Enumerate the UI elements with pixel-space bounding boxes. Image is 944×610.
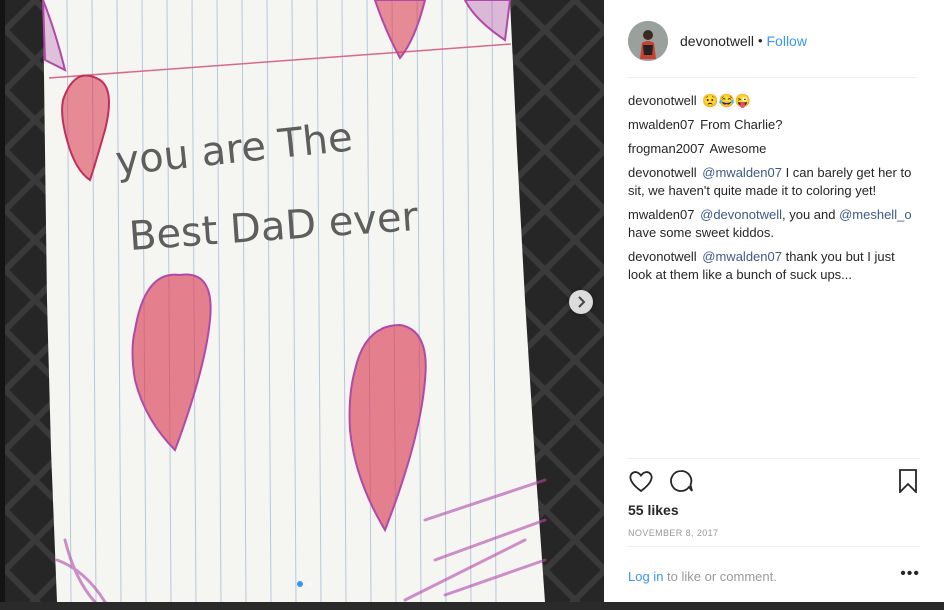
instagram-post-modal: you are The Best DaD ever devonotwell • …: [0, 0, 944, 610]
page-bottom-strip: [0, 602, 944, 610]
comment-text: From Charlie?: [700, 117, 783, 132]
action-bar: [628, 458, 920, 507]
comment-username[interactable]: mwalden07: [628, 117, 695, 132]
comment: devonotwell @mwalden07 thank you but I j…: [628, 248, 918, 284]
comment-text: , you and: [781, 207, 840, 222]
next-image-button[interactable]: [569, 290, 593, 314]
post-photo[interactable]: you are The Best DaD ever: [5, 0, 604, 602]
post-header: devonotwell • Follow: [628, 20, 916, 78]
carousel-indicator: [297, 581, 313, 587]
comment-username[interactable]: devonotwell: [628, 93, 697, 108]
comment-username[interactable]: mwalden07: [628, 207, 695, 222]
comment-mention[interactable]: @meshell_o: [839, 207, 911, 222]
comment: devonotwell @mwalden07 I can barely get …: [628, 164, 918, 200]
heart-icon[interactable]: [628, 469, 654, 493]
comment-icon[interactable]: [668, 469, 694, 493]
comment-text: have some sweet kiddos.: [628, 225, 774, 240]
comment: mwalden07 From Charlie?: [628, 116, 918, 134]
header-separator: •: [757, 33, 763, 48]
post-sidebar: devonotwell • Follow devonotwell 😟😂😜 mwal…: [604, 0, 944, 602]
avatar[interactable]: [628, 20, 668, 61]
post-author-username[interactable]: devonotwell: [680, 33, 754, 49]
comment-text: 😟😂😜: [702, 93, 751, 108]
post-date[interactable]: NOVEMBER 8, 2017: [628, 528, 718, 538]
bookmark-icon[interactable]: [898, 469, 918, 493]
carousel-dot-active[interactable]: [297, 581, 303, 587]
comment-mention[interactable]: @mwalden07: [702, 249, 782, 264]
comment: mwalden07 @devonotwell, you and @meshell…: [628, 206, 918, 242]
comment-footer: Log in to like or comment. •••: [628, 546, 920, 603]
likes-count[interactable]: 55 likes: [628, 502, 679, 518]
comment: frogman2007 Awesome: [628, 140, 918, 158]
login-prompt: Log in to like or comment.: [628, 569, 777, 584]
comment: devonotwell 😟😂😜: [628, 92, 918, 110]
login-prompt-text: to like or comment.: [663, 569, 777, 584]
comment-username[interactable]: devonotwell: [628, 249, 697, 264]
comment-mention[interactable]: @mwalden07: [702, 165, 782, 180]
login-link[interactable]: Log in: [628, 569, 663, 584]
comment-username[interactable]: frogman2007: [628, 141, 705, 156]
comment-text: Awesome: [709, 141, 767, 156]
more-options-button[interactable]: •••: [900, 565, 920, 583]
chevron-right-icon: [578, 296, 586, 308]
comments-list: devonotwell 😟😂😜 mwalden07 From Charlie? fr…: [628, 92, 918, 290]
follow-button[interactable]: Follow: [767, 33, 807, 49]
carousel-dot[interactable]: [307, 581, 313, 587]
comment-username[interactable]: devonotwell: [628, 165, 697, 180]
comment-mention[interactable]: @devonotwell: [700, 207, 782, 222]
note-illustration: you are The Best DaD ever: [5, 0, 604, 602]
